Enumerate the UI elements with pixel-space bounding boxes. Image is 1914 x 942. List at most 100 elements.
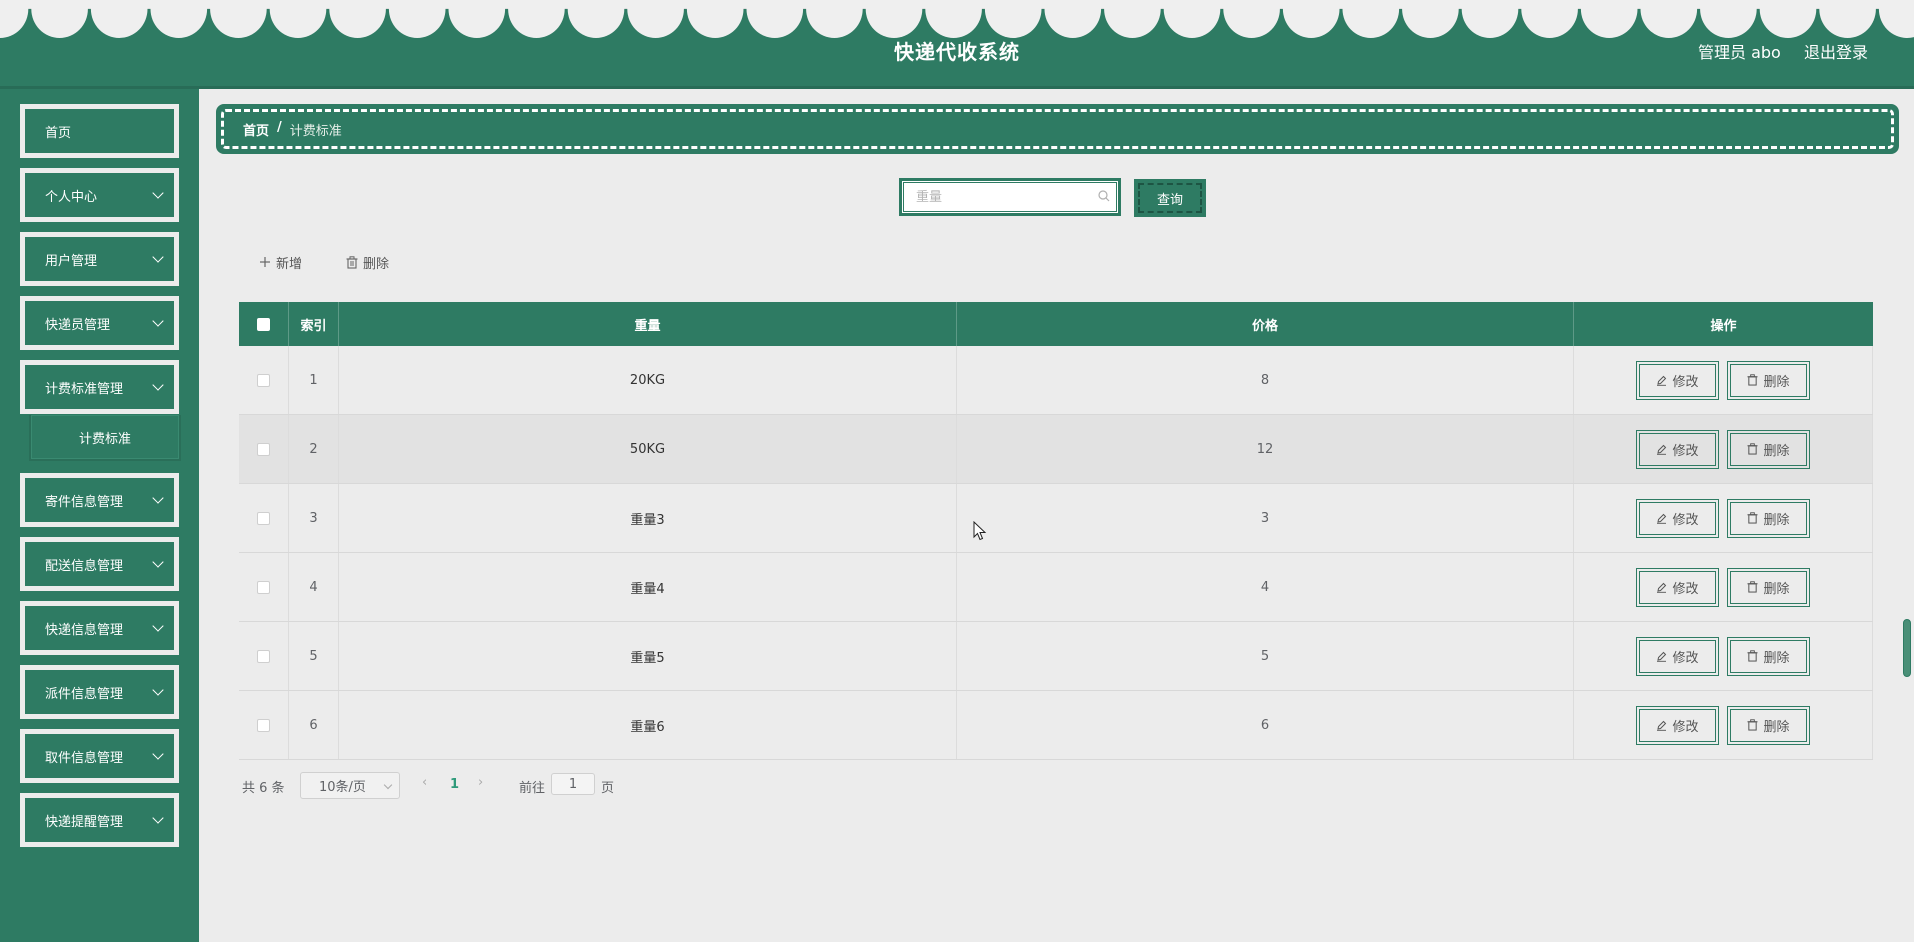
header-weight: 重量 <box>339 302 957 346</box>
delete-button[interactable]: 删除 <box>1727 429 1810 469</box>
breadcrumb-dashed-border <box>221 109 1894 149</box>
search-box <box>899 178 1121 216</box>
select-all-checkbox[interactable] <box>257 317 270 331</box>
chevron-down-icon <box>152 812 164 824</box>
row-price: 12 <box>957 415 1574 483</box>
goto-page-input[interactable] <box>551 773 595 795</box>
sidebar-item-reminder-management[interactable]: 快递提醒管理 <box>20 793 179 847</box>
sidebar-item-home[interactable]: 首页 <box>20 104 179 158</box>
scallop-shape <box>1759 8 1817 38</box>
query-button[interactable]: 查询 <box>1134 179 1206 217</box>
scallop-shape <box>1104 8 1161 38</box>
prev-page-button[interactable]: ‹ <box>422 775 427 790</box>
row-index: 2 <box>289 415 339 483</box>
row-checkbox[interactable] <box>257 718 270 732</box>
delete-button[interactable]: 删除 <box>1727 498 1810 538</box>
edit-button-label: 修改 <box>1672 581 1699 597</box>
scallop-shape <box>1878 8 1914 38</box>
sidebar-item-personal-center[interactable]: 个人中心 <box>20 168 179 222</box>
row-checkbox[interactable] <box>257 580 270 594</box>
row-actions: 修改 删除 <box>1574 415 1873 483</box>
row-checkbox[interactable] <box>257 442 270 456</box>
sidebar-item-label: 配送信息管理 <box>45 558 124 574</box>
chevron-down-icon <box>383 780 393 790</box>
sidebar-item-courier-management[interactable]: 快递员管理 <box>20 296 179 350</box>
edit-button[interactable]: 修改 <box>1636 705 1719 745</box>
page-size-select[interactable]: 10条/页 <box>300 772 400 799</box>
search-input[interactable] <box>916 187 1086 207</box>
logout-button[interactable]: 退出登录 <box>1804 39 1868 63</box>
page-number[interactable]: 1 <box>450 777 459 792</box>
row-checkbox[interactable] <box>257 373 270 387</box>
sidebar-item-pickup-info-management[interactable]: 取件信息管理 <box>20 729 179 783</box>
sidebar-item-billing-management[interactable]: 计费标准管理 <box>20 360 179 414</box>
batch-delete-label: 删除 <box>363 256 390 272</box>
row-index: 1 <box>289 346 339 414</box>
scallop-shape <box>1163 8 1221 38</box>
sidebar-item-express-info-management[interactable]: 快递信息管理 <box>20 601 179 655</box>
scallop-shape <box>567 8 625 38</box>
edit-button[interactable]: 修改 <box>1636 567 1719 607</box>
add-button[interactable]: 新增 <box>259 250 302 274</box>
sidebar-item-delivery-info-management[interactable]: 配送信息管理 <box>20 537 179 591</box>
chevron-down-icon <box>152 251 164 263</box>
scallop-shape <box>90 8 148 38</box>
sidebar-item-label: 计费标准管理 <box>45 381 124 397</box>
row-index: 3 <box>289 484 339 552</box>
row-price: 8 <box>957 346 1574 414</box>
edit-button[interactable]: 修改 <box>1636 429 1719 469</box>
edit-icon <box>1657 375 1667 386</box>
scallop-shape <box>269 8 327 38</box>
page-scrollbar[interactable] <box>1903 619 1911 677</box>
sidebar-item-dispatch-info-management[interactable]: 派件信息管理 <box>20 665 179 719</box>
edit-button[interactable]: 修改 <box>1636 636 1719 676</box>
scallop-shape <box>984 8 1042 38</box>
scallop-shape <box>210 8 267 38</box>
chevron-down-icon <box>152 620 164 632</box>
row-weight: 重量6 <box>339 691 957 759</box>
edit-button[interactable]: 修改 <box>1636 360 1719 400</box>
chevron-down-icon <box>152 315 164 327</box>
sidebar-item-send-info-management[interactable]: 寄件信息管理 <box>20 473 179 527</box>
sidebar-item-label: 快递提醒管理 <box>45 814 124 830</box>
trash-icon <box>1747 374 1759 386</box>
breadcrumb-separator: / <box>277 120 282 135</box>
delete-button-label: 删除 <box>1763 650 1790 666</box>
scallop-shape <box>865 8 923 38</box>
next-page-button[interactable]: › <box>478 775 483 790</box>
row-actions: 修改 删除 <box>1574 691 1873 759</box>
scallop-shape <box>1461 8 1519 38</box>
scallop-shape <box>1640 8 1698 38</box>
scallop-shape <box>508 8 565 38</box>
edit-button-label: 修改 <box>1672 650 1699 666</box>
delete-button[interactable]: 删除 <box>1727 567 1810 607</box>
batch-delete-button[interactable]: 删除 <box>346 250 389 274</box>
delete-button-label: 删除 <box>1763 719 1790 735</box>
breadcrumb-home[interactable]: 首页 <box>243 120 269 139</box>
trash-icon <box>1747 581 1759 593</box>
trash-icon <box>1747 512 1759 524</box>
edit-button[interactable]: 修改 <box>1636 498 1719 538</box>
row-checkbox[interactable] <box>257 649 270 663</box>
delete-button[interactable]: 删除 <box>1727 360 1810 400</box>
breadcrumb-current: 计费标准 <box>289 124 342 139</box>
scallop-shape <box>1282 8 1340 38</box>
table-row: 1 20KG 8 修改 删除 <box>239 346 1873 415</box>
delete-button[interactable]: 删除 <box>1727 636 1810 676</box>
sidebar: 首页 个人中心 用户管理 快递员管理 计费标准管理 计费标准 寄件信息管理 配送… <box>0 89 199 942</box>
scallop-shape <box>388 8 446 38</box>
sidebar-subitem-billing-standard[interactable]: 计费标准 <box>29 415 181 461</box>
edit-icon <box>1657 651 1667 662</box>
sidebar-item-label: 快递员管理 <box>45 317 111 333</box>
row-weight: 50KG <box>339 415 957 483</box>
scallop-shape <box>448 8 506 38</box>
edit-icon <box>1657 513 1667 524</box>
trash-icon <box>1747 719 1759 731</box>
scallop-shape <box>1402 8 1459 38</box>
edit-icon <box>1657 444 1667 455</box>
delete-button[interactable]: 删除 <box>1727 705 1810 745</box>
row-actions: 修改 删除 <box>1574 346 1873 414</box>
chevron-down-icon <box>152 556 164 568</box>
row-checkbox[interactable] <box>257 511 270 525</box>
sidebar-item-user-management[interactable]: 用户管理 <box>20 232 179 286</box>
